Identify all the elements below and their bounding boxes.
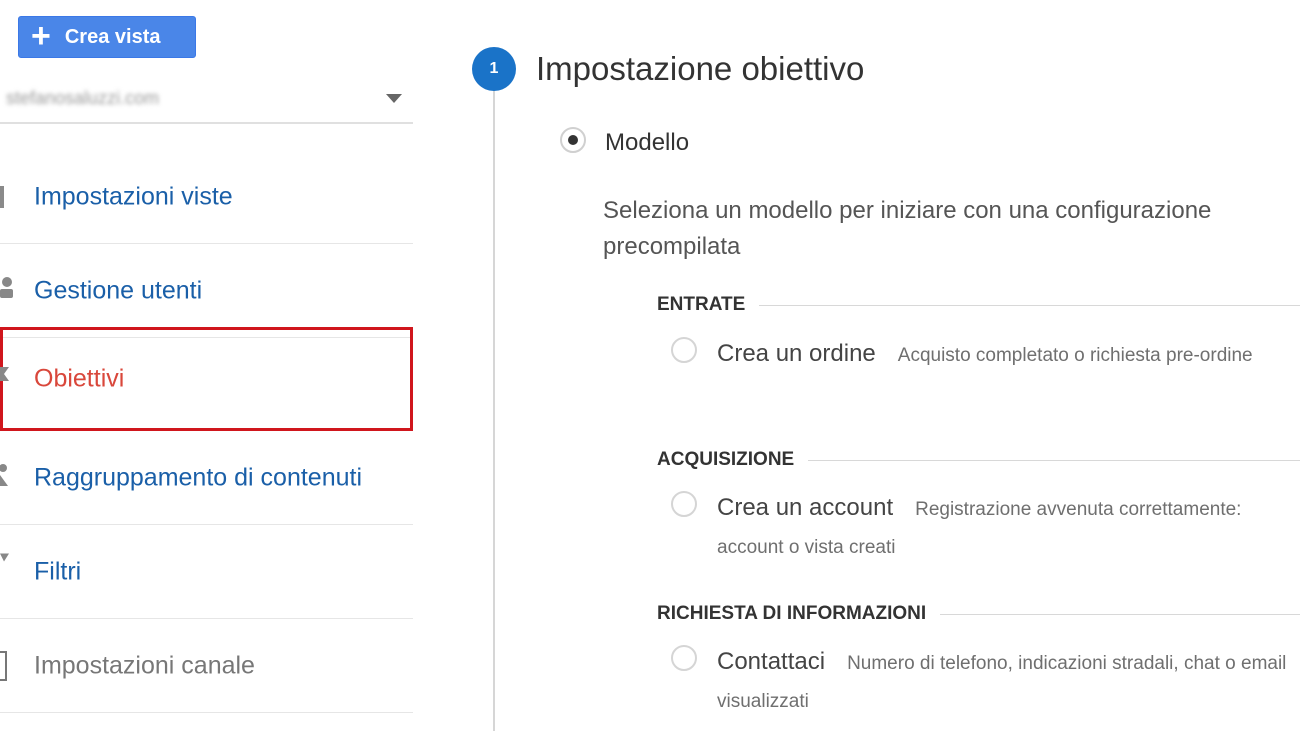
option-create-account[interactable]: Crea un account Registrazione avvenuta co… bbox=[717, 489, 1287, 567]
section-title: ENTRATE bbox=[657, 294, 746, 315]
section-header-inquiry: RICHIESTA DI INFORMAZIONI bbox=[657, 603, 1300, 625]
section-divider bbox=[808, 459, 1300, 461]
step-number-badge: 1 bbox=[472, 47, 516, 91]
option-name: Crea un account bbox=[717, 494, 894, 521]
nav-item-view-settings[interactable]: Impostazioni viste bbox=[0, 150, 413, 244]
section-title: RICHIESTA DI INFORMAZIONI bbox=[657, 603, 927, 624]
document-icon bbox=[0, 185, 4, 208]
section-header-acquisition: ACQUISIZIONE bbox=[657, 449, 1300, 471]
step-connector-line bbox=[493, 90, 495, 731]
view-selector-value: stefanosaluzzi.com bbox=[6, 88, 160, 108]
template-description: Seleziona un modello per iniziare con un… bbox=[603, 197, 1212, 260]
radio-create-account[interactable] bbox=[671, 491, 697, 517]
section-divider bbox=[940, 613, 1300, 615]
nav-item-channel-settings[interactable]: Impostazioni canale bbox=[0, 619, 413, 713]
option-name: Crea un ordine bbox=[717, 340, 876, 367]
person-icon bbox=[0, 462, 10, 494]
section-header-revenue: ENTRATE bbox=[657, 294, 1300, 316]
option-description: Acquisto completato o richiesta pre-ordi… bbox=[897, 345, 1253, 366]
admin-sidebar: + Crea vista stefanosaluzzi.com Impostaz… bbox=[0, 0, 413, 731]
users-icon bbox=[0, 276, 14, 306]
option-create-order[interactable]: Crea un ordine Acquisto completato o rich… bbox=[717, 335, 1287, 375]
nav-item-label: Impostazioni viste bbox=[34, 182, 233, 210]
create-view-button[interactable]: + Crea vista bbox=[18, 16, 196, 58]
channel-icon bbox=[0, 650, 7, 681]
template-option-label: Modello bbox=[605, 129, 690, 156]
nav-item-user-management[interactable]: Gestione utenti bbox=[0, 244, 413, 338]
nav-item-filters[interactable]: Filtri bbox=[0, 525, 413, 619]
nav-item-label: Obiettivi bbox=[34, 364, 125, 393]
radio-create-order[interactable] bbox=[671, 337, 697, 363]
option-contact-us[interactable]: Contattaci Numero di telefono, indicazion… bbox=[717, 643, 1287, 721]
nav-item-label: Filtri bbox=[34, 557, 82, 585]
nav-item-label: Gestione utenti bbox=[34, 276, 203, 304]
radio-contact-us[interactable] bbox=[671, 645, 697, 671]
flag-icon bbox=[0, 365, 10, 393]
nav-item-label: Raggruppamento di contenuti bbox=[34, 463, 363, 491]
section-divider bbox=[759, 304, 1300, 306]
nav-item-goals[interactable]: Obiettivi bbox=[0, 327, 413, 431]
nav-item-label: Impostazioni canale bbox=[34, 651, 255, 679]
nav-item-content-grouping[interactable]: Raggruppamento di contenuti bbox=[0, 431, 413, 525]
option-name: Contattaci bbox=[717, 648, 826, 675]
radio-template[interactable] bbox=[560, 127, 586, 153]
step-title: Impostazione obiettivo bbox=[536, 50, 865, 87]
plus-icon: + bbox=[31, 16, 51, 55]
filter-icon bbox=[0, 551, 10, 574]
dropdown-arrow-icon bbox=[386, 94, 402, 103]
view-selector[interactable]: stefanosaluzzi.com bbox=[0, 76, 413, 124]
create-view-label: Crea vista bbox=[64, 25, 161, 48]
section-title: ACQUISIZIONE bbox=[657, 449, 795, 470]
